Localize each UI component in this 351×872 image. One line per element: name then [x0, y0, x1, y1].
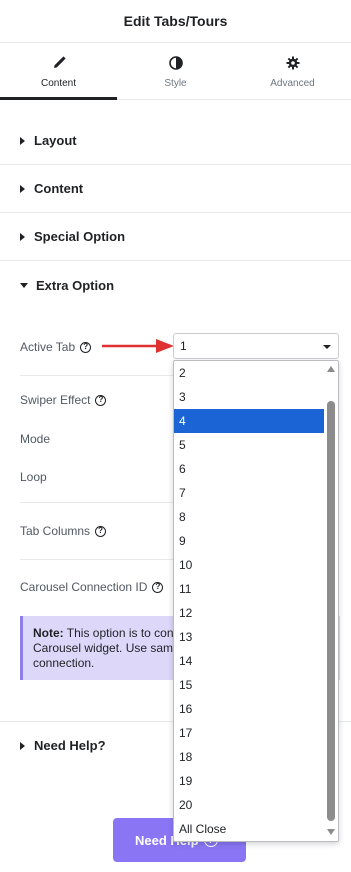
carousel-connection-id-label: Carousel Connection ID ? [20, 580, 164, 594]
section-layout[interactable]: Layout [0, 117, 351, 165]
tab-style[interactable]: Style [117, 43, 234, 99]
caret-right-icon [20, 136, 25, 145]
section-special-option-label: Special Option [34, 229, 126, 244]
dropdown-option[interactable]: 6 [174, 457, 324, 481]
dropdown-option[interactable]: 13 [174, 625, 324, 649]
section-content-label: Content [34, 181, 84, 196]
scrollbar-thumb[interactable] [327, 401, 335, 821]
carousel-connection-id-label-text: Carousel Connection ID [20, 580, 148, 594]
dropdown-option[interactable]: 10 [174, 553, 324, 577]
active-tab-dropdown-list[interactable]: 2 3 4 5 6 7 8 9 10 11 12 13 14 15 16 17 … [173, 360, 339, 842]
caret-right-icon [20, 741, 25, 750]
swiper-effect-label: Swiper Effect ? [20, 393, 107, 407]
help-icon[interactable]: ? [95, 394, 107, 406]
dropdown-option[interactable]: 17 [174, 721, 324, 745]
note-bold: Note: [33, 626, 64, 640]
note-line-1-text: This option is to con [63, 626, 174, 640]
help-icon[interactable]: ? [95, 525, 107, 537]
tab-style-label: Style [164, 77, 187, 89]
panel-header: Edit Tabs/Tours [0, 0, 351, 43]
mode-label: Mode [20, 432, 50, 446]
chevron-down-icon [323, 345, 331, 349]
dropdown-option-selected[interactable]: 4 [174, 409, 324, 433]
help-icon[interactable]: ? [152, 581, 164, 593]
gear-icon [286, 54, 300, 72]
tab-columns-label: Tab Columns ? [20, 524, 107, 538]
dropdown-option[interactable]: 3 [174, 385, 324, 409]
contrast-icon [168, 54, 183, 72]
active-tab-select[interactable]: 1 [173, 333, 339, 359]
active-tab-value: 1 [180, 339, 187, 353]
loop-label-text: Loop [20, 470, 47, 484]
tab-advanced-label: Advanced [270, 77, 315, 89]
caret-right-icon [20, 232, 25, 241]
dropdown-option[interactable]: 5 [174, 433, 324, 457]
dropdown-option[interactable]: 2 [174, 361, 324, 385]
panel-tabs: Content Style Advanced [0, 43, 351, 100]
scroll-down-arrow-icon[interactable] [327, 829, 335, 835]
dropdown-option[interactable]: 11 [174, 577, 324, 601]
dropdown-option[interactable]: 12 [174, 601, 324, 625]
panel-title: Edit Tabs/Tours [123, 13, 228, 29]
dropdown-scrollbar[interactable] [324, 361, 338, 841]
tab-advanced[interactable]: Advanced [234, 43, 351, 99]
dropdown-option[interactable]: 8 [174, 505, 324, 529]
help-icon[interactable]: ? [80, 341, 92, 353]
dropdown-option[interactable]: 19 [174, 769, 324, 793]
dropdown-option[interactable]: 18 [174, 745, 324, 769]
swiper-effect-label-text: Swiper Effect [20, 393, 91, 407]
active-tab-label-text: Active Tab [20, 340, 76, 354]
dropdown-option[interactable]: 16 [174, 697, 324, 721]
pencil-icon [52, 54, 66, 72]
section-special-option[interactable]: Special Option [0, 213, 351, 261]
tab-columns-label-text: Tab Columns [20, 524, 91, 538]
section-need-help-label: Need Help? [34, 738, 106, 753]
tab-content-label: Content [40, 77, 77, 89]
caret-down-icon [20, 282, 28, 288]
section-extra-option-label: Extra Option [36, 277, 115, 293]
dropdown-option[interactable]: 7 [174, 481, 324, 505]
dropdown-option[interactable]: 20 [174, 793, 324, 817]
arrow-annotation-icon [102, 339, 174, 353]
dropdown-option[interactable]: 14 [174, 649, 324, 673]
section-layout-label: Layout [34, 133, 77, 148]
dropdown-option[interactable]: 9 [174, 529, 324, 553]
scroll-up-arrow-icon[interactable] [327, 366, 335, 372]
active-tab-label: Active Tab ? [20, 340, 92, 354]
section-content[interactable]: Content [0, 165, 351, 213]
mode-label-text: Mode [20, 432, 51, 446]
dropdown-option[interactable]: All Close [174, 817, 324, 841]
tab-content[interactable]: Content [0, 43, 117, 100]
section-extra-option[interactable]: Extra Option [0, 261, 351, 309]
caret-right-icon [20, 184, 25, 193]
loop-label: Loop [20, 470, 47, 484]
dropdown-option[interactable]: 15 [174, 673, 324, 697]
